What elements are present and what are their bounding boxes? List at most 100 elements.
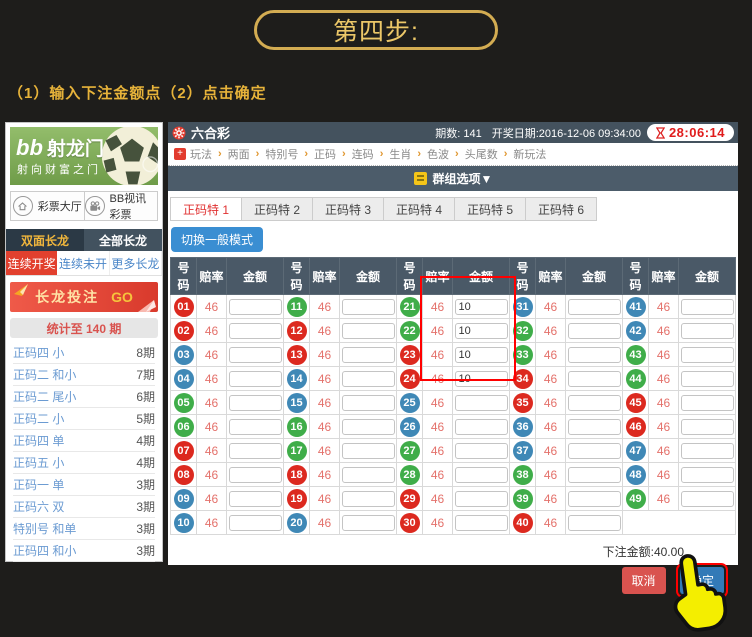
ball-04[interactable]: 04 bbox=[174, 369, 194, 389]
ball-03[interactable]: 03 bbox=[174, 345, 194, 365]
ball-22[interactable]: 22 bbox=[400, 321, 420, 341]
amount-input-09[interactable] bbox=[229, 491, 282, 507]
amount-input-39[interactable] bbox=[568, 491, 621, 507]
amount-input-20[interactable] bbox=[342, 515, 395, 531]
amount-input-24[interactable] bbox=[455, 371, 508, 387]
ball-32[interactable]: 32 bbox=[513, 321, 533, 341]
ball-34[interactable]: 34 bbox=[513, 369, 533, 389]
ball-01[interactable]: 01 bbox=[174, 297, 194, 317]
amount-input-30[interactable] bbox=[455, 515, 508, 531]
amount-input-16[interactable] bbox=[342, 419, 395, 435]
amount-input-29[interactable] bbox=[455, 491, 508, 507]
ball-46[interactable]: 46 bbox=[626, 417, 646, 437]
amount-input-02[interactable] bbox=[229, 323, 282, 339]
ball-39[interactable]: 39 bbox=[513, 489, 533, 509]
streak-item-8[interactable]: 正码六 双3期 bbox=[13, 496, 155, 518]
ball-17[interactable]: 17 bbox=[287, 441, 307, 461]
ball-15[interactable]: 15 bbox=[287, 393, 307, 413]
ball-12[interactable]: 12 bbox=[287, 321, 307, 341]
streak-item-3[interactable]: 正码二 尾小6期 bbox=[13, 386, 155, 408]
breadcrumb-item-1[interactable]: 两面 bbox=[228, 146, 250, 162]
lottery-lobby-button[interactable]: 彩票大厅 bbox=[10, 191, 85, 221]
streak-item-2[interactable]: 正码二 和小7期 bbox=[13, 364, 155, 386]
ball-07[interactable]: 07 bbox=[174, 441, 194, 461]
ball-35[interactable]: 35 bbox=[513, 393, 533, 413]
ball-09[interactable]: 09 bbox=[174, 489, 194, 509]
ball-27[interactable]: 27 bbox=[400, 441, 420, 461]
breadcrumb-item-4[interactable]: 连码 bbox=[352, 146, 374, 162]
amount-input-05[interactable] bbox=[229, 395, 282, 411]
ball-16[interactable]: 16 bbox=[287, 417, 307, 437]
ball-14[interactable]: 14 bbox=[287, 369, 307, 389]
breadcrumb-item-8[interactable]: 新玩法 bbox=[513, 146, 546, 162]
ball-38[interactable]: 38 bbox=[513, 465, 533, 485]
ball-25[interactable]: 25 bbox=[400, 393, 420, 413]
logo-banner[interactable]: bb 射龙门 射向财富之门 bbox=[10, 127, 158, 185]
ball-10[interactable]: 10 bbox=[174, 513, 194, 533]
amount-input-32[interactable] bbox=[568, 323, 621, 339]
streak-item-7[interactable]: 正码一 单3期 bbox=[13, 474, 155, 496]
breadcrumb-item-3[interactable]: 正码 bbox=[314, 146, 336, 162]
amount-input-23[interactable] bbox=[455, 347, 508, 363]
ball-36[interactable]: 36 bbox=[513, 417, 533, 437]
breadcrumb-item-6[interactable]: 色波 bbox=[427, 146, 449, 162]
amount-input-31[interactable] bbox=[568, 299, 621, 315]
amount-input-37[interactable] bbox=[568, 443, 621, 459]
amount-input-17[interactable] bbox=[342, 443, 395, 459]
streak-item-9[interactable]: 特别号 和单3期 bbox=[13, 518, 155, 540]
amount-input-12[interactable] bbox=[342, 323, 395, 339]
tab-zhengmate-6[interactable]: 正码特 6 bbox=[526, 197, 597, 221]
amount-input-36[interactable] bbox=[568, 419, 621, 435]
amount-input-07[interactable] bbox=[229, 443, 282, 459]
tab-zhengmate-3[interactable]: 正码特 3 bbox=[313, 197, 384, 221]
ball-13[interactable]: 13 bbox=[287, 345, 307, 365]
ball-41[interactable]: 41 bbox=[626, 297, 646, 317]
amount-input-27[interactable] bbox=[455, 443, 508, 459]
tab-zhengmate-5[interactable]: 正码特 5 bbox=[455, 197, 526, 221]
ball-05[interactable]: 05 bbox=[174, 393, 194, 413]
ball-30[interactable]: 30 bbox=[400, 513, 420, 533]
amount-input-44[interactable] bbox=[681, 371, 734, 387]
ball-24[interactable]: 24 bbox=[400, 369, 420, 389]
amount-input-35[interactable] bbox=[568, 395, 621, 411]
ball-49[interactable]: 49 bbox=[626, 489, 646, 509]
ball-42[interactable]: 42 bbox=[626, 321, 646, 341]
breadcrumb-root[interactable]: 玩法 bbox=[190, 146, 212, 162]
ball-29[interactable]: 29 bbox=[400, 489, 420, 509]
amount-input-45[interactable] bbox=[681, 395, 734, 411]
amount-input-43[interactable] bbox=[681, 347, 734, 363]
dragon-bet-banner[interactable]: 长龙投注 GO bbox=[10, 282, 158, 312]
breadcrumb-item-2[interactable]: 特别号 bbox=[265, 146, 298, 162]
amount-input-04[interactable] bbox=[229, 371, 282, 387]
amount-input-40[interactable] bbox=[568, 515, 621, 531]
ball-31[interactable]: 31 bbox=[513, 297, 533, 317]
amount-input-06[interactable] bbox=[229, 419, 282, 435]
amount-input-15[interactable] bbox=[342, 395, 395, 411]
amount-input-46[interactable] bbox=[681, 419, 734, 435]
ball-37[interactable]: 37 bbox=[513, 441, 533, 461]
bb-video-lottery-button[interactable]: BB视讯彩票 bbox=[85, 191, 159, 221]
ball-02[interactable]: 02 bbox=[174, 321, 194, 341]
amount-input-03[interactable] bbox=[229, 347, 282, 363]
ball-40[interactable]: 40 bbox=[513, 513, 533, 533]
amount-input-08[interactable] bbox=[229, 467, 282, 483]
subtab-consecutive-not-open[interactable]: 连续未开 bbox=[57, 251, 109, 275]
tab-two-side-dragon[interactable]: 双面长龙 bbox=[6, 229, 84, 251]
amount-input-10[interactable] bbox=[229, 515, 282, 531]
ball-44[interactable]: 44 bbox=[626, 369, 646, 389]
amount-input-28[interactable] bbox=[455, 467, 508, 483]
ball-19[interactable]: 19 bbox=[287, 489, 307, 509]
amount-input-22[interactable] bbox=[455, 323, 508, 339]
amount-input-42[interactable] bbox=[681, 323, 734, 339]
amount-input-38[interactable] bbox=[568, 467, 621, 483]
ball-21[interactable]: 21 bbox=[400, 297, 420, 317]
subtab-more-dragon[interactable]: 更多长龙 bbox=[110, 251, 162, 275]
ball-20[interactable]: 20 bbox=[287, 513, 307, 533]
streak-item-5[interactable]: 正码四 单4期 bbox=[13, 430, 155, 452]
ball-26[interactable]: 26 bbox=[400, 417, 420, 437]
ball-18[interactable]: 18 bbox=[287, 465, 307, 485]
amount-input-21[interactable] bbox=[455, 299, 508, 315]
group-options-bar[interactable]: 群组选项▼ bbox=[168, 166, 738, 191]
amount-input-33[interactable] bbox=[568, 347, 621, 363]
subtab-consecutive-open[interactable]: 连续开奖 bbox=[6, 251, 57, 275]
